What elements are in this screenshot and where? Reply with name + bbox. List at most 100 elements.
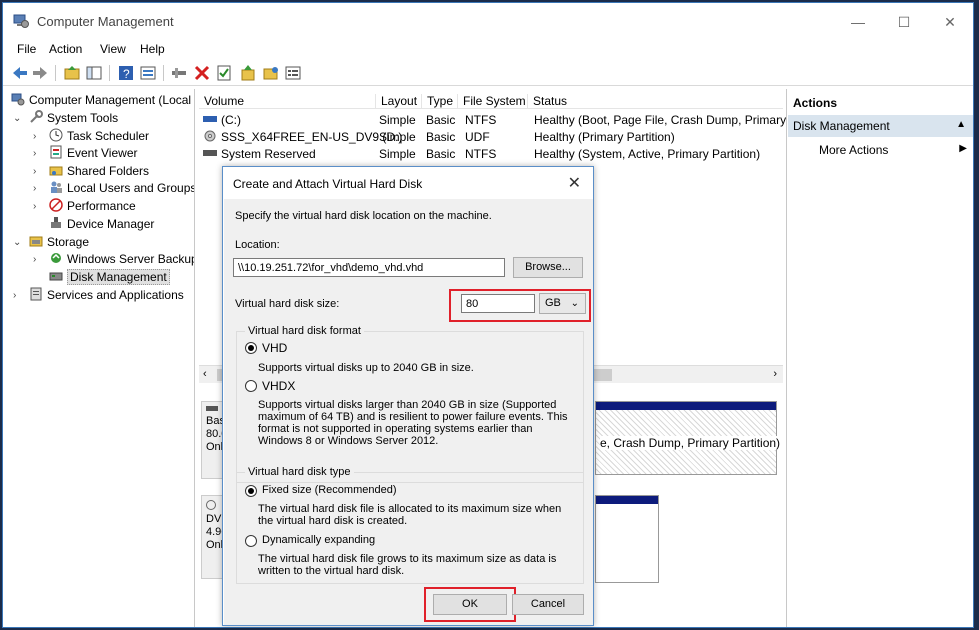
partition-bar <box>596 402 776 410</box>
users-icon <box>51 181 62 193</box>
actions-group-label: Disk Management <box>793 119 890 133</box>
table-row[interactable]: (C:) Simple Basic NTFS Healthy (Boot, Pa… <box>199 111 797 128</box>
toolbar-separator <box>55 65 56 81</box>
expand-icon[interactable]: › <box>33 163 45 180</box>
fixed-size-radio[interactable] <box>245 485 257 497</box>
minimize-button[interactable]: — <box>835 9 881 35</box>
format-group-title: Virtual hard disk format <box>245 325 364 337</box>
dynamic-label[interactable]: Dynamically expanding <box>262 534 375 546</box>
new-folder-icon[interactable] <box>262 64 280 82</box>
size-label: Virtual hard disk size: <box>235 298 340 310</box>
collapse-icon[interactable]: ⌄ <box>13 234 25 251</box>
navigation-tree: Computer Management (Local ⌄ System Tool… <box>7 89 195 627</box>
tree-item-label: Device Manager <box>67 217 155 231</box>
disk-management-icon <box>49 272 63 281</box>
vhd-label[interactable]: VHD <box>262 341 287 355</box>
tree-item-label: Computer Management (Local <box>29 93 192 107</box>
back-arrow-icon[interactable] <box>11 64 29 82</box>
drive-icon <box>203 113 217 127</box>
scroll-right-icon[interactable]: › <box>773 368 777 380</box>
volume-table-header: Volume Layout Type File System Status <box>199 91 783 109</box>
delete-icon[interactable] <box>193 64 211 82</box>
cancel-button[interactable]: Cancel <box>512 594 584 615</box>
tools-icon <box>30 110 43 123</box>
volume-layout: Simple <box>379 147 416 161</box>
tree-item-disk-management[interactable]: Disk Management <box>33 269 170 286</box>
maximize-button[interactable]: ☐ <box>881 9 927 35</box>
table-row[interactable]: System Reserved Simple Basic NTFS Health… <box>199 145 783 162</box>
forward-arrow-icon[interactable] <box>31 64 49 82</box>
menu-file[interactable]: File <box>17 42 36 56</box>
highlight-ok-button <box>424 587 516 622</box>
collapse-icon[interactable]: ⌄ <box>13 110 25 127</box>
column-header-type[interactable]: Type <box>421 94 457 109</box>
table-row[interactable]: SSS_X64FREE_EN-US_DV9 (D:) Simple Basic … <box>199 128 783 145</box>
expand-icon[interactable]: › <box>33 251 45 268</box>
title-bar: Computer Management — ☐ ✕ <box>3 3 973 39</box>
volume-file-system: NTFS <box>465 113 497 127</box>
disk-0-partition-c[interactable]: e, Crash Dump, Primary Partition) <box>595 401 781 475</box>
check-icon[interactable] <box>215 64 233 82</box>
more-actions-link[interactable]: More Actions <box>819 143 888 157</box>
tree-item-system-tools[interactable]: ⌄ System Tools <box>13 110 118 127</box>
services-icon <box>30 287 42 301</box>
column-header-status[interactable]: Status <box>527 94 783 109</box>
volume-name: SSS_X64FREE_EN-US_DV9 (D:) <box>221 130 403 144</box>
disk-1-partition[interactable] <box>595 495 659 583</box>
expand-icon[interactable]: › <box>33 198 45 215</box>
column-header-file-system[interactable]: File System <box>457 94 527 109</box>
dialog-close-icon[interactable]: ✕ <box>568 173 581 193</box>
volume-status: Healthy (Primary Partition) <box>534 130 675 144</box>
help-icon[interactable]: ? <box>117 64 135 82</box>
list-view-icon[interactable] <box>284 64 302 82</box>
menu-action[interactable]: Action <box>49 42 82 56</box>
column-header-volume[interactable]: Volume <box>199 94 375 109</box>
volume-status: Healthy (System, Active, Primary Partiti… <box>534 147 761 161</box>
menu-help[interactable]: Help <box>140 42 165 56</box>
vhd-radio[interactable] <box>245 342 257 354</box>
up-folder-icon[interactable] <box>63 64 81 82</box>
vhdx-radio[interactable] <box>245 380 257 392</box>
tree-item-label: Windows Server Backup <box>67 252 195 266</box>
expand-icon[interactable]: › <box>33 180 45 197</box>
expand-icon[interactable]: › <box>13 287 25 304</box>
volume-type: Basic <box>426 147 456 161</box>
browse-button[interactable]: Browse... <box>513 257 583 278</box>
location-input[interactable] <box>233 258 505 277</box>
vhdx-label[interactable]: VHDX <box>262 379 295 393</box>
collapse-up-icon[interactable]: ▲ <box>956 119 966 130</box>
connect-icon[interactable] <box>170 64 188 82</box>
expand-icon[interactable]: › <box>33 145 45 162</box>
show-hide-tree-icon[interactable] <box>85 64 103 82</box>
shared-folder-icon <box>49 166 63 176</box>
menu-bar: File Action View Help <box>3 39 973 59</box>
tree-item-performance[interactable]: › Performance <box>33 198 136 215</box>
rescan-icon[interactable] <box>239 64 257 82</box>
scroll-left-icon[interactable]: ‹ <box>203 368 207 380</box>
actions-group-disk-management[interactable]: Disk Management ▲ <box>788 115 973 137</box>
storage-icon <box>29 236 43 247</box>
menu-view[interactable]: View <box>100 42 126 56</box>
actions-pane: Actions Disk Management ▲ More Actions ▶ <box>786 89 973 627</box>
tree-item-shared-folders[interactable]: › Shared Folders <box>33 163 149 180</box>
fixed-size-label[interactable]: Fixed size (Recommended) <box>262 484 397 496</box>
close-button[interactable]: ✕ <box>927 9 973 35</box>
tree-item-windows-server-backup[interactable]: › Windows Server Backup <box>33 251 195 268</box>
expand-icon[interactable]: › <box>33 128 45 145</box>
volume-layout: Simple <box>379 130 416 144</box>
tree-item-root[interactable]: Computer Management (Local <box>11 92 191 109</box>
tree-item-task-scheduler[interactable]: › Task Scheduler <box>33 128 149 145</box>
column-header-layout[interactable]: Layout <box>375 94 421 109</box>
location-label: Location: <box>235 239 280 251</box>
tree-item-services-and-applications[interactable]: › Services and Applications <box>13 287 184 304</box>
tree-item-local-users-and-groups[interactable]: › Local Users and Groups <box>33 180 195 197</box>
tree-item-event-viewer[interactable]: › Event Viewer <box>33 145 137 162</box>
tree-item-device-manager[interactable]: Device Manager <box>33 216 154 233</box>
tree-item-label: Local Users and Groups <box>67 181 195 195</box>
tree-item-label: Performance <box>67 199 136 213</box>
tree-item-label: Storage <box>47 235 90 249</box>
fixed-size-description: The virtual hard disk file is allocated … <box>258 503 562 527</box>
properties-icon[interactable] <box>139 64 157 82</box>
tree-item-storage[interactable]: ⌄ Storage <box>13 234 89 251</box>
dynamic-radio[interactable] <box>245 535 257 547</box>
